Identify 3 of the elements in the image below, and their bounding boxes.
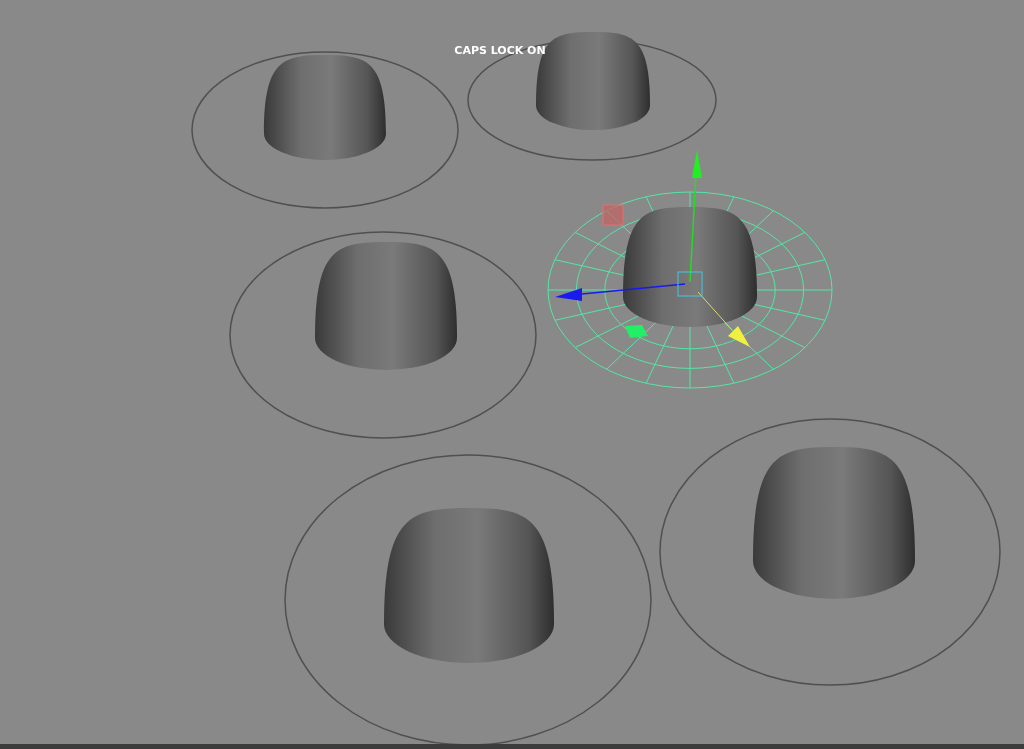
viewport[interactable]: CAPS LOCK ON [0,0,1024,749]
caps-lock-message: CAPS LOCK ON [454,44,546,57]
move-manipulator[interactable] [555,150,750,347]
